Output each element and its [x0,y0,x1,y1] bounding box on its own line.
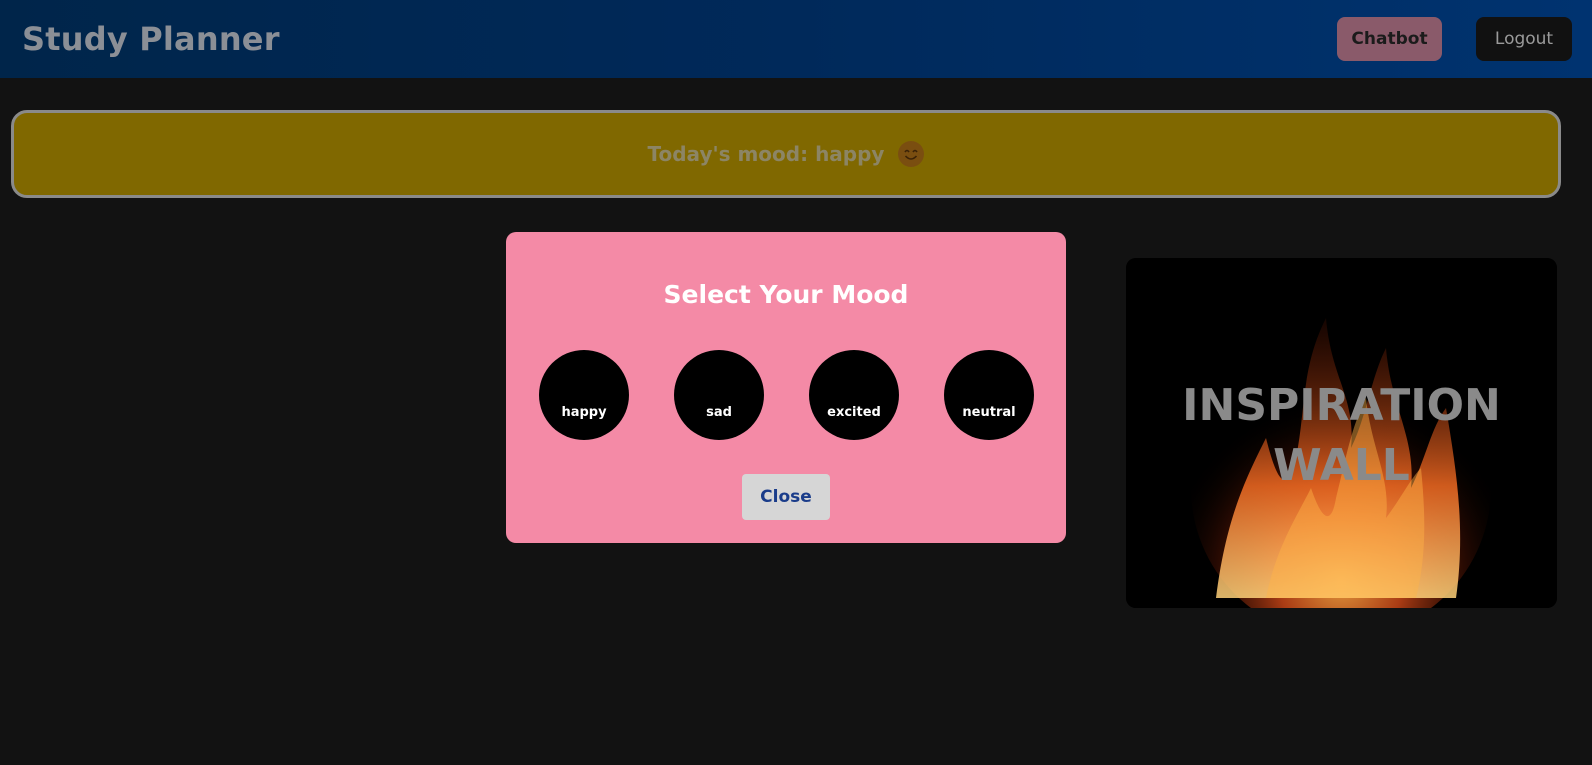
nav-actions: Chatbot Logout [1337,17,1572,61]
mood-option-neutral[interactable]: 😐 neutral [944,350,1034,440]
smile-face-icon [898,141,925,167]
mood-option-label: happy [561,404,607,420]
modal-title: Select Your Mood [663,280,909,309]
inspiration-wall-title: INSPIRATION WALL [1182,380,1501,491]
neutral-face-icon: 😐 [975,370,1003,401]
mood-option-label: excited [827,404,881,420]
logout-button[interactable]: Logout [1476,17,1572,61]
mood-modal: Select Your Mood 😊 happy 😢 sad 😀 excited… [506,232,1066,543]
todays-mood-text: Today's mood: happy [647,142,885,166]
app-title: Study Planner [22,20,280,58]
mood-option-sad[interactable]: 😢 sad [674,350,764,440]
todays-mood-banner: Today's mood: happy [11,110,1561,198]
top-navbar: Study Planner Chatbot Logout [0,0,1592,78]
mood-options: 😊 happy 😢 sad 😀 excited 😐 neutral [539,350,1034,440]
chatbot-button[interactable]: Chatbot [1337,17,1442,61]
mood-option-label: neutral [962,404,1016,420]
mood-option-label: sad [706,404,732,420]
close-button[interactable]: Close [742,474,830,520]
mood-option-happy[interactable]: 😊 happy [539,350,629,440]
mood-option-excited[interactable]: 😀 excited [809,350,899,440]
happy-face-icon: 😊 [570,370,598,401]
excited-face-icon: 😀 [840,370,868,401]
inspiration-wall[interactable]: INSPIRATION WALL [1126,258,1557,608]
sad-face-icon: 😢 [705,370,733,401]
